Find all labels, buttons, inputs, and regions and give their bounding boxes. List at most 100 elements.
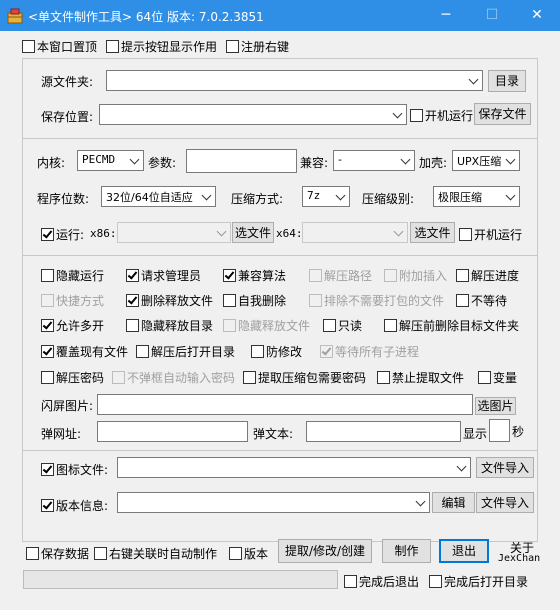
option-checkbox[interactable]: 变量	[478, 369, 517, 386]
checkbox-box[interactable]	[41, 319, 54, 332]
param-input[interactable]	[186, 149, 297, 173]
version-import-button[interactable]: 文件导入	[476, 492, 534, 513]
popup-text-input[interactable]	[306, 421, 461, 442]
exit-button[interactable]: 退出	[439, 539, 489, 563]
checkbox-box[interactable]	[344, 575, 357, 588]
popup-text-label: 弹文本:	[253, 427, 294, 441]
checkbox-box[interactable]	[223, 269, 236, 282]
option-checkbox[interactable]: 解压密码	[41, 369, 104, 386]
directory-button[interactable]: 目录	[488, 70, 526, 92]
checkbox-box[interactable]	[41, 499, 54, 512]
option-checkbox[interactable]: 解压后打开目录	[136, 343, 235, 360]
show-tips-checkbox[interactable]: 提示按钮显示作用	[106, 38, 217, 55]
checkbox-box[interactable]	[251, 345, 264, 358]
checkbox-box[interactable]	[106, 40, 119, 53]
checkbox-box[interactable]	[229, 547, 242, 560]
compat-combo[interactable]: -	[333, 150, 415, 171]
checkbox-box[interactable]	[456, 294, 469, 307]
select-image-button[interactable]: 选图片	[475, 397, 516, 415]
option-checkbox[interactable]: 删除释放文件	[126, 292, 213, 309]
version-info-combo[interactable]	[117, 492, 430, 513]
checkbox-box[interactable]	[41, 228, 54, 241]
checkbox-box[interactable]	[377, 371, 390, 384]
checkbox-box[interactable]	[429, 575, 442, 588]
make-button[interactable]: 制作	[382, 539, 431, 563]
x86-select-file-button[interactable]: 选文件	[232, 222, 274, 243]
icon-import-button[interactable]: 文件导入	[476, 457, 534, 478]
autorun-checkbox[interactable]: 开机运行	[410, 107, 473, 124]
option-checkbox[interactable]: 允许多开	[41, 317, 104, 334]
checkbox-box[interactable]	[323, 319, 336, 332]
icon-file-checkbox[interactable]: 图标文件:	[41, 461, 108, 478]
checkbox-box[interactable]	[126, 319, 139, 332]
option-checkbox[interactable]: 兼容算法	[223, 267, 286, 284]
compress-level-combo[interactable]: 极限压缩	[433, 186, 520, 207]
extract-modify-create-button[interactable]: 提取/修改/创建	[278, 539, 372, 563]
source-folder-combo[interactable]	[106, 70, 483, 91]
option-checkbox[interactable]: 自我删除	[223, 292, 286, 309]
compress-method-combo[interactable]: 7z	[302, 186, 350, 207]
minimize-button[interactable]: ─	[423, 0, 469, 31]
option-checkbox[interactable]: 隐藏释放目录	[126, 317, 213, 334]
window-on-top-checkbox[interactable]: 本窗口置顶	[22, 38, 97, 55]
checkbox-box[interactable]	[456, 269, 469, 282]
save-file-button[interactable]: 保存文件	[474, 103, 531, 125]
option-checkbox[interactable]: 防修改	[251, 343, 302, 360]
option-checkbox[interactable]: 覆盖现有文件	[41, 343, 128, 360]
checkbox-box[interactable]	[459, 228, 472, 241]
option-checkbox[interactable]: 解压进度	[456, 267, 519, 284]
close-button[interactable]: ✕	[514, 0, 560, 31]
option-checkbox[interactable]: 请求管理员	[126, 267, 201, 284]
save-data-checkbox[interactable]: 保存数据	[26, 545, 89, 562]
option-checkbox[interactable]: 提取压缩包需要密码	[243, 369, 366, 386]
option-checkbox[interactable]: 不等待	[456, 292, 507, 309]
option-checkbox[interactable]: 只读	[323, 317, 362, 334]
version-checkbox[interactable]: 版本	[229, 545, 268, 562]
save-location-combo[interactable]	[99, 104, 407, 125]
compress-level-label: 压缩级别:	[362, 192, 415, 206]
right-click-auto-make-checkbox[interactable]: 右键关联时自动制作	[94, 545, 217, 562]
splash-image-input[interactable]	[97, 394, 473, 415]
checkbox-box[interactable]	[410, 109, 423, 122]
checkbox-box[interactable]	[226, 40, 239, 53]
checkbox-box[interactable]	[41, 463, 54, 476]
chevron-down-icon	[393, 226, 404, 237]
option-checkbox[interactable]: 禁止提取文件	[377, 369, 464, 386]
about-author[interactable]: JexChan	[498, 553, 540, 564]
popup-url-input[interactable]	[97, 421, 248, 442]
checkbox-box[interactable]	[22, 40, 35, 53]
version-edit-button[interactable]: 编辑	[432, 492, 475, 513]
run-checkbox[interactable]: 运行:	[41, 226, 84, 243]
option-checkbox[interactable]: 解压前删除目标文件夹	[384, 317, 519, 334]
icon-file-combo[interactable]	[117, 457, 471, 478]
checkbox-box[interactable]	[94, 547, 107, 560]
version-info-checkbox[interactable]: 版本信息:	[41, 497, 108, 514]
checkbox-box[interactable]	[136, 345, 149, 358]
checkbox-box[interactable]	[478, 371, 491, 384]
checkbox-box	[309, 269, 322, 282]
autorun-2-checkbox[interactable]: 开机运行	[459, 226, 522, 243]
x64-select-file-button[interactable]: 选文件	[410, 222, 455, 243]
checkbox-box[interactable]	[41, 345, 54, 358]
checkbox-box[interactable]	[243, 371, 256, 384]
checkbox-box[interactable]	[26, 547, 39, 560]
register-context-menu-checkbox[interactable]: 注册右键	[226, 38, 289, 55]
option-checkbox[interactable]: 隐藏运行	[41, 267, 104, 284]
checkbox-box[interactable]	[126, 269, 139, 282]
chevron-down-icon	[505, 154, 516, 165]
checkbox-box[interactable]	[223, 294, 236, 307]
checkbox-box[interactable]	[41, 371, 54, 384]
checkbox-box[interactable]	[41, 269, 54, 282]
seconds-input[interactable]	[489, 419, 510, 442]
checkbox-box[interactable]	[384, 319, 397, 332]
kernel-combo[interactable]: PECMD	[77, 150, 144, 171]
x64-combo[interactable]	[302, 222, 408, 243]
x86-combo[interactable]	[117, 222, 231, 243]
exit-after-done-checkbox[interactable]: 完成后退出	[344, 573, 419, 590]
program-bits-combo[interactable]: 32位/64位自适应	[101, 186, 216, 207]
maximize-button[interactable]: ☐	[469, 0, 515, 31]
open-dir-after-done-checkbox[interactable]: 完成后打开目录	[429, 573, 528, 590]
checkbox-box[interactable]	[126, 294, 139, 307]
option-label: 排除不需要打包的文件	[324, 294, 445, 308]
shell-combo[interactable]: UPX压缩	[452, 150, 520, 171]
